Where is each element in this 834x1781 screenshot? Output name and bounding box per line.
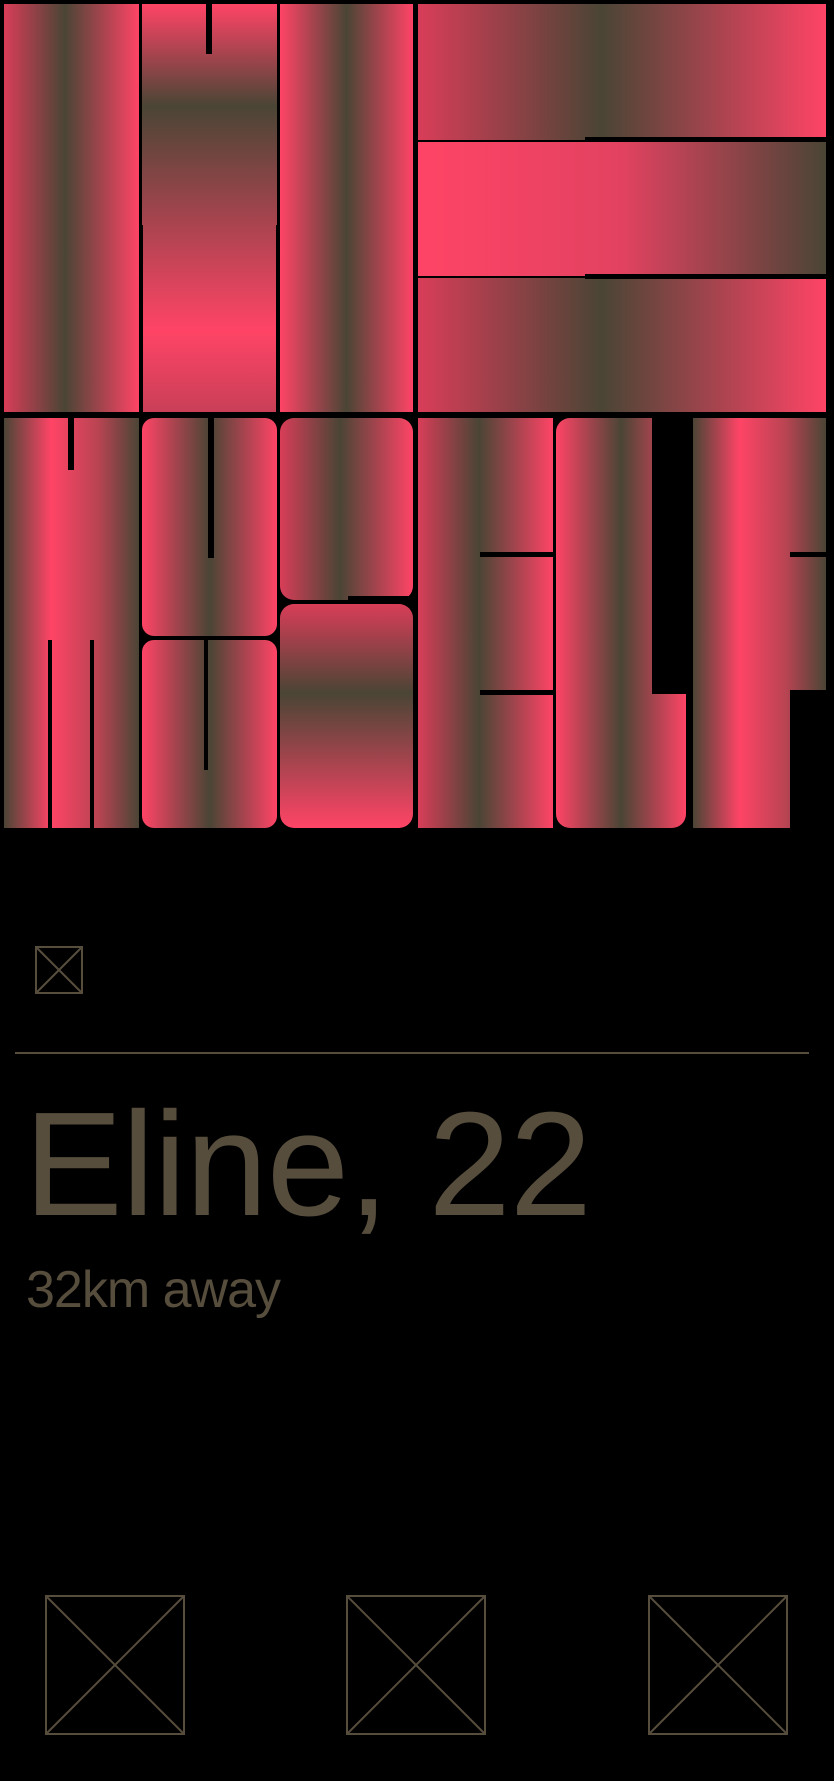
action-button-center[interactable] [346,1595,486,1735]
placeholder-image-icon [45,1595,185,1735]
divider [15,1052,809,1054]
placeholder-image-icon[interactable] [35,946,83,994]
placeholder-image-icon [648,1595,788,1735]
profile-name-age: Eline, 22 [24,1082,592,1247]
action-button-left[interactable] [45,1595,185,1735]
placeholder-image-icon [346,1595,486,1735]
action-button-right[interactable] [648,1595,788,1735]
profile-distance: 32km away [26,1261,281,1319]
profile-photo [0,0,834,836]
